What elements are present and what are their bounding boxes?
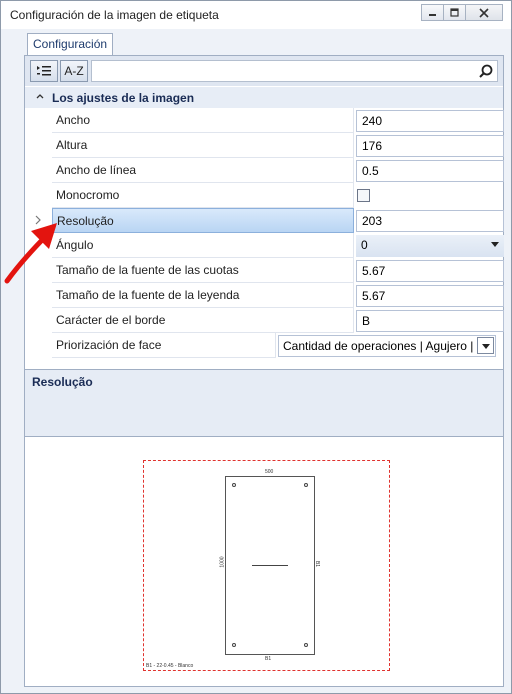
dimension-top: 500 [265, 469, 274, 475]
property-name-cell[interactable]: Ancho de línea [52, 158, 354, 183]
property-name: Carácter de el borde [56, 313, 166, 327]
property-name: Tamaño de la fuente de las cuotas [56, 263, 239, 277]
monocromo-checkbox[interactable] [357, 189, 370, 202]
maximize-icon [450, 8, 459, 17]
property-name: Altura [56, 138, 88, 152]
property-row-resolucao[interactable]: Resolução 203 [25, 208, 504, 233]
dialog-window: Configuración de la imagen de etiqueta C… [0, 0, 512, 694]
property-row-ancho-de-linea[interactable]: Ancho de línea 0.5 [25, 158, 504, 183]
property-value-input[interactable]: 176 [356, 135, 504, 157]
dimension-right: B1 [314, 560, 321, 568]
property-row-altura[interactable]: Altura 176 [25, 133, 504, 158]
hole-marker [232, 483, 236, 487]
annotation-arrow-icon [4, 223, 57, 284]
property-row-priorizacion[interactable]: Priorización de face Cantidad de operaci… [25, 333, 503, 358]
property-name-cell[interactable]: Tamaño de la fuente de la leyenda [52, 283, 354, 308]
property-value-input[interactable]: 240 [356, 110, 504, 132]
categorized-view-button[interactable] [30, 60, 58, 82]
property-name: Monocromo [56, 188, 120, 202]
property-name-cell[interactable]: Tamaño de la fuente de las cuotas [52, 258, 354, 283]
combo-dropdown-button[interactable] [477, 337, 494, 354]
dropdown-value: 0 [361, 238, 368, 252]
category-header[interactable]: Los ajustes de la imagen [25, 87, 503, 108]
label-legend: B1 - 22-0.45 - Blanco [146, 663, 194, 669]
property-panel: A-Z Los ajustes de la imagen Ancho 240 A… [24, 55, 504, 437]
minimize-icon [429, 14, 436, 16]
window-controls [421, 4, 503, 21]
minimize-button[interactable] [421, 4, 443, 21]
property-name-cell[interactable]: Ángulo [52, 233, 354, 258]
category-label: Los ajustes de la imagen [52, 91, 195, 105]
title-bar[interactable]: Configuración de la imagen de etiqueta [1, 1, 511, 29]
close-button[interactable] [465, 4, 503, 21]
property-name: Tamaño de la fuente de la leyenda [56, 288, 240, 302]
priorizacion-combo[interactable]: Cantidad de operaciones | Agujero | ( [278, 335, 496, 357]
property-value-input[interactable]: 5.67 [356, 285, 504, 307]
property-row-tamano-leyenda[interactable]: Tamaño de la fuente de la leyenda 5.67 [25, 283, 504, 308]
property-row-ancho[interactable]: Ancho 240 [25, 108, 504, 133]
maximize-button[interactable] [443, 4, 465, 21]
property-row-angulo[interactable]: Ángulo 0 [25, 233, 504, 258]
property-name-cell[interactable]: Ancho [52, 108, 354, 133]
property-toolbar: A-Z [25, 56, 503, 86]
dimension-left: 1000 [219, 556, 226, 568]
property-name-cell[interactable]: Carácter de el borde [52, 308, 354, 333]
tab-configuracion[interactable]: Configuración [27, 33, 114, 56]
hole-marker [304, 483, 308, 487]
angulo-dropdown[interactable]: 0 [356, 235, 504, 257]
property-row-monocromo[interactable]: Monocromo [25, 183, 503, 208]
property-grid: Los ajustes de la imagen Ancho 240 Altur… [25, 87, 504, 358]
property-row-tamano-cuotas[interactable]: Tamaño de la fuente de las cuotas 5.67 [25, 258, 504, 283]
property-name: Ancho [56, 113, 91, 127]
chevron-up-icon[interactable] [35, 91, 45, 101]
property-name-cell[interactable]: Priorización de face [52, 333, 276, 358]
property-name-cell[interactable]: Altura [52, 133, 354, 158]
dimension-bottom: B1 [265, 656, 272, 662]
property-value-input[interactable]: 0.5 [356, 160, 504, 182]
center-line [252, 565, 288, 566]
property-row-caracter-borde[interactable]: Carácter de el borde B [25, 308, 504, 333]
close-icon [479, 7, 489, 18]
property-value-input[interactable]: 203 [356, 210, 504, 232]
property-search-input[interactable] [91, 60, 498, 82]
categorized-list-icon [37, 66, 51, 76]
window-title: Configuración de la imagen de etiqueta [10, 8, 219, 22]
hole-marker [304, 643, 308, 647]
property-value-input[interactable]: 5.67 [356, 260, 504, 282]
alphabetical-view-button[interactable]: A-Z [60, 60, 88, 82]
property-name-cell[interactable]: Monocromo [52, 183, 354, 208]
property-name: Ancho de línea [56, 163, 137, 177]
hole-marker [232, 643, 236, 647]
label-part-outline [225, 476, 315, 655]
search-icon[interactable] [479, 64, 493, 78]
property-value-input[interactable]: B [356, 310, 504, 332]
tab-strip: Configuración [24, 31, 504, 56]
property-name: Priorización de face [56, 338, 162, 352]
chevron-down-icon[interactable] [491, 242, 499, 247]
description-pane: Resolução [25, 369, 503, 436]
description-title: Resolução [32, 375, 93, 389]
property-name-cell[interactable]: Resolução [52, 208, 354, 233]
